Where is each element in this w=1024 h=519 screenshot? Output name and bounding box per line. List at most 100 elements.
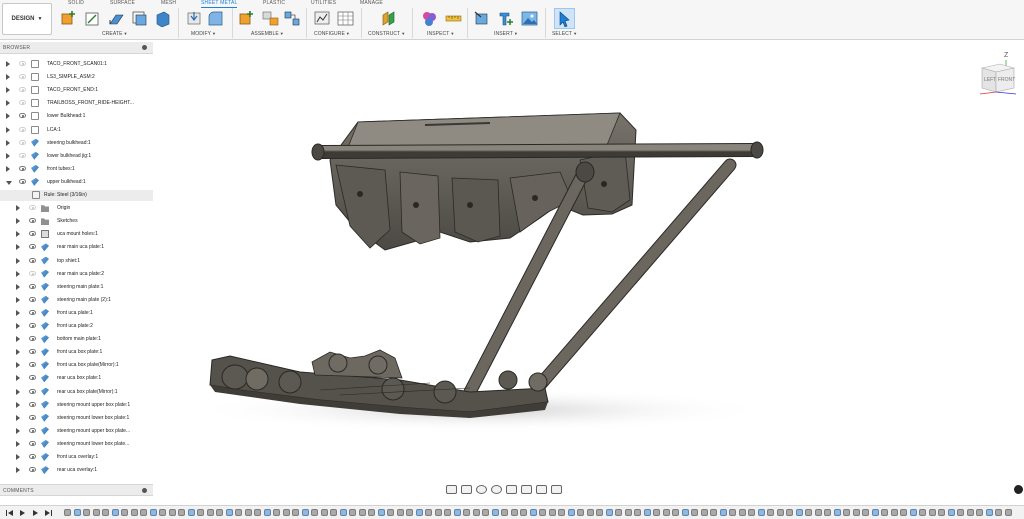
visibility-eye-icon[interactable] — [19, 87, 26, 93]
visibility-eye-icon[interactable] — [19, 61, 26, 66]
workspace-button[interactable]: DESIGN ▼ — [2, 3, 52, 35]
timeline-feature-icon[interactable] — [890, 509, 898, 516]
timeline-feature-icon[interactable] — [235, 509, 242, 516]
timeline-feature-icon[interactable] — [358, 509, 366, 516]
browser-item[interactable]: lower bulkhead jig:1 — [0, 151, 153, 162]
timeline-feature-icon[interactable] — [710, 509, 717, 516]
timeline-feature-icon[interactable] — [282, 509, 290, 516]
timeline-feature-icon[interactable] — [254, 509, 261, 516]
tab-manage[interactable]: MANAGE — [360, 0, 383, 6]
visibility-eye-icon[interactable] — [19, 152, 26, 158]
timeline-feature-icon[interactable] — [206, 509, 214, 516]
timeline-feature-icon[interactable] — [776, 509, 784, 516]
timeline-feature-icon[interactable] — [92, 509, 100, 516]
timeline-feature-icon[interactable] — [814, 509, 822, 516]
timeline-feature-icon[interactable] — [995, 509, 1002, 516]
expand-right-icon[interactable] — [16, 401, 20, 408]
flange-icon[interactable] — [108, 10, 125, 27]
timeline-feature-icon[interactable] — [909, 509, 917, 516]
timeline-feature-icon[interactable] — [605, 509, 613, 516]
panel-pin-icon[interactable] — [142, 488, 147, 493]
timeline-feature-icon[interactable] — [273, 509, 280, 516]
timeline-feature-icon[interactable] — [624, 509, 632, 516]
visibility-eye-icon[interactable] — [29, 296, 36, 302]
expand-right-icon[interactable] — [16, 427, 20, 434]
browser-item[interactable]: bottom main plate:1 — [0, 334, 153, 345]
timeline-feature-icon[interactable] — [368, 509, 375, 516]
expand-right-icon[interactable] — [16, 414, 20, 421]
timeline-feature-icon[interactable] — [786, 509, 793, 516]
timeline-feature-icon[interactable] — [178, 509, 185, 516]
browser-item[interactable]: rear uca overlay:1 — [0, 465, 153, 476]
grid-snaps-icon[interactable] — [536, 485, 547, 494]
visibility-eye-icon[interactable] — [29, 336, 36, 342]
timeline-feature-icon[interactable] — [681, 509, 689, 516]
configure-menu[interactable]: CONFIGURE▼ — [314, 31, 350, 37]
timeline-feature-icon[interactable] — [472, 509, 480, 516]
timeline-feature-icon[interactable] — [700, 509, 708, 516]
timeline-feature-icon[interactable] — [548, 509, 556, 516]
timeline-feature-icon[interactable] — [957, 509, 964, 516]
fillet-icon[interactable] — [207, 10, 224, 27]
tab-solid[interactable]: SOLID — [68, 0, 84, 6]
timeline-feature-icon[interactable] — [491, 509, 499, 516]
visibility-eye-icon[interactable] — [19, 74, 26, 80]
browser-item[interactable]: steering mount lower box plate... — [0, 439, 153, 450]
timeline-feature-icon[interactable] — [748, 509, 755, 516]
timeline-feature-icon[interactable] — [102, 509, 109, 516]
expand-right-icon[interactable] — [16, 296, 20, 303]
timeline-feature-icon[interactable] — [634, 509, 641, 516]
timeline-feature-icon[interactable] — [881, 509, 888, 516]
go-to-end-icon[interactable] — [45, 510, 50, 516]
browser-item[interactable]: steering main plate (2):1 — [0, 295, 153, 306]
expand-right-icon[interactable] — [16, 388, 20, 395]
expand-right-icon[interactable] — [16, 231, 20, 238]
timeline-feature-icon[interactable] — [64, 509, 71, 516]
timeline-feature-icon[interactable] — [976, 509, 983, 516]
tab-sheet-metal[interactable]: SHEET METAL — [201, 0, 238, 8]
inspect-menu[interactable]: INSPECT▼ — [427, 31, 454, 37]
timeline-feature-icon[interactable] — [83, 509, 90, 516]
expand-right-icon[interactable] — [6, 74, 10, 81]
timeline-feature-icon[interactable] — [168, 509, 176, 516]
expand-right-icon[interactable] — [6, 61, 10, 67]
timeline-feature-icon[interactable] — [453, 509, 461, 516]
timeline-feature-icon[interactable] — [434, 509, 442, 516]
timeline-feature-icon[interactable] — [567, 509, 575, 516]
timeline-feature-icon[interactable] — [301, 509, 309, 516]
browser-item[interactable]: LS3_SIMPLE_ASM:2 — [0, 72, 153, 83]
timeline-feature-icon[interactable] — [529, 509, 537, 516]
browser-item[interactable]: TACO_FRONT_SCAN01:1 — [0, 59, 153, 70]
expand-right-icon[interactable] — [16, 323, 20, 329]
timeline-feature-icon[interactable] — [387, 509, 394, 516]
browser-item[interactable]: lower Bulkhead:1 — [0, 111, 153, 122]
timeline-feature-icon[interactable] — [197, 509, 204, 516]
visibility-eye-icon[interactable] — [29, 401, 36, 407]
timeline-feature-icon[interactable] — [947, 509, 955, 516]
create-menu[interactable]: CREATE▼ — [102, 31, 128, 37]
browser-item[interactable]: steering mount lower box plate:1 — [0, 413, 153, 424]
timeline-feature-icon[interactable] — [415, 509, 423, 516]
visibility-eye-icon[interactable] — [29, 414, 36, 420]
timeline-feature-icon[interactable] — [919, 509, 926, 516]
expand-right-icon[interactable] — [16, 205, 20, 212]
sheet-metal-rule[interactable]: Rule: Steel (3/16in) — [0, 190, 153, 201]
browser-item[interactable]: front uca overlay:1 — [0, 452, 153, 463]
visibility-eye-icon[interactable] — [19, 139, 26, 145]
configure-icon[interactable] — [314, 10, 331, 27]
browser-item[interactable]: rear uca box plate(Mirror):1 — [0, 387, 153, 398]
browser-item[interactable]: front uca box plate(Mirror):1 — [0, 360, 153, 371]
timeline-feature-icon[interactable] — [292, 509, 299, 516]
timeline-feature-icon[interactable] — [444, 509, 451, 516]
timeline-feature-icon[interactable] — [852, 509, 860, 516]
timeline-feature-icon[interactable] — [558, 509, 565, 516]
timeline-feature-icon[interactable] — [501, 509, 508, 516]
visibility-eye-icon[interactable] — [29, 231, 36, 237]
browser-item[interactable]: front uca plate:2 — [0, 321, 153, 332]
browser-item[interactable]: steering mount upper box plate:1 — [0, 400, 153, 411]
expand-right-icon[interactable] — [6, 165, 10, 172]
viewports-icon[interactable] — [551, 485, 562, 494]
expand-right-icon[interactable] — [6, 100, 10, 107]
offset-plane-icon[interactable] — [380, 10, 397, 27]
viewport-canvas[interactable] — [153, 41, 1024, 496]
